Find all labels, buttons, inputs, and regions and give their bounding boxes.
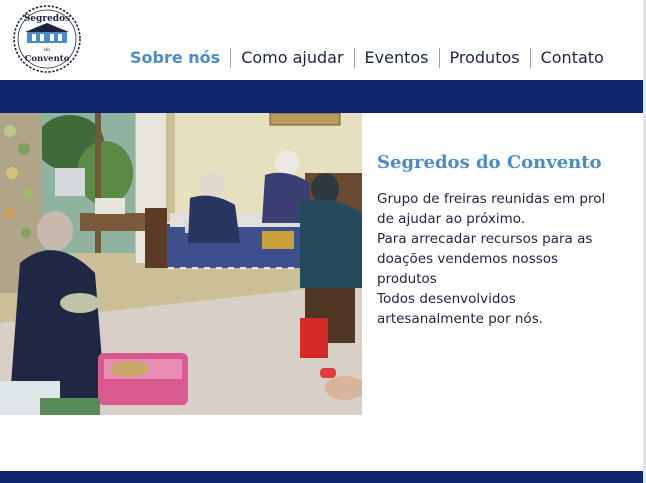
convent-workshop-photo — [0, 113, 362, 415]
header-banner-bar — [0, 80, 643, 113]
nav-eventos[interactable]: Eventos — [355, 44, 439, 72]
about-text-line: Todos desenvolvidos — [377, 291, 516, 307]
nav-contato[interactable]: Contato — [531, 44, 614, 72]
logo-text-mid: do — [44, 47, 50, 53]
about-section: Segredos do Convento Grupo de freiras re… — [377, 152, 617, 329]
about-title: Segredos do Convento — [377, 152, 602, 173]
logo[interactable]: Segredos do Convento — [12, 4, 82, 74]
about-text-line: de ajudar ao próximo. — [377, 211, 526, 227]
main-nav: Sobre nós Como ajudar Eventos Produtos C… — [120, 44, 614, 72]
about-text-line: artesanalmente por nós. — [377, 311, 544, 327]
logo-text-top: Segredos — [24, 14, 70, 24]
nav-como-ajudar[interactable]: Como ajudar — [231, 44, 353, 72]
footer-bar — [0, 471, 643, 483]
nav-sobre-nos[interactable]: Sobre nós — [120, 44, 230, 72]
nav-produtos[interactable]: Produtos — [440, 44, 530, 72]
logo-text-bottom: Convento — [25, 54, 70, 64]
site-header: Segredos do Convento Sobre nós Como ajud… — [0, 0, 643, 80]
about-text-line: doações vendemos nossos — [377, 251, 559, 267]
about-text-line: produtos — [377, 271, 437, 287]
about-text-line: Grupo de freiras reunidas em prol — [377, 191, 606, 207]
about-text-line: Para arrecadar recursos para as — [377, 231, 593, 247]
